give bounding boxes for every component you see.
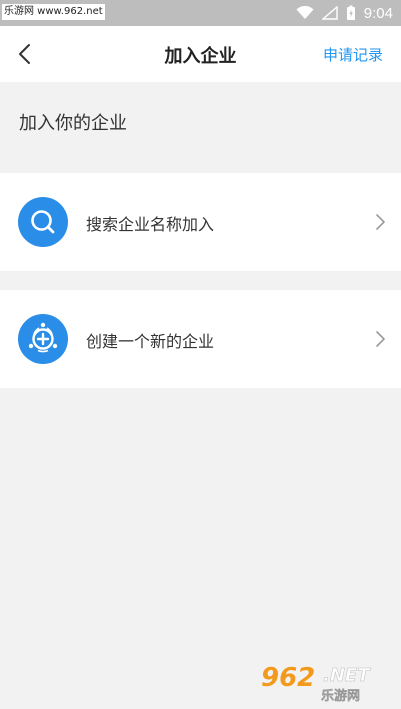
search-enterprise-label: 搜索企业名称加入 <box>86 215 215 234</box>
wifi-icon <box>296 6 314 19</box>
chevron-right-icon <box>376 214 385 230</box>
watermark-site: 乐游网 <box>321 689 361 704</box>
watermark-number: 962 <box>261 663 316 693</box>
signal-icon <box>321 6 338 20</box>
section-header: 加入你的企业 <box>0 82 401 156</box>
watermark-net: .NET <box>323 665 370 687</box>
watermark-logo: 962 .NET 乐游网 <box>261 663 391 704</box>
status-source-label: 乐游网 www.962.net <box>2 4 105 20</box>
search-enterprise-row[interactable]: 搜索企业名称加入 <box>0 173 401 271</box>
battery-icon <box>346 5 355 20</box>
chevron-right-icon <box>376 331 385 347</box>
status-icons: 9:04 <box>296 0 393 26</box>
status-time: 9:04 <box>363 4 393 22</box>
section-title: 加入你的企业 <box>19 113 127 134</box>
create-enterprise-icon <box>18 314 68 364</box>
application-records-link[interactable]: 申请记录 <box>323 44 383 65</box>
search-icon <box>18 197 68 247</box>
nav-bar: 加入企业 申请记录 <box>0 26 401 82</box>
status-bar: 乐游网 www.962.net 9:04 <box>0 0 401 26</box>
create-enterprise-row[interactable]: 创建一个新的企业 <box>0 290 401 388</box>
create-enterprise-label: 创建一个新的企业 <box>86 332 215 351</box>
